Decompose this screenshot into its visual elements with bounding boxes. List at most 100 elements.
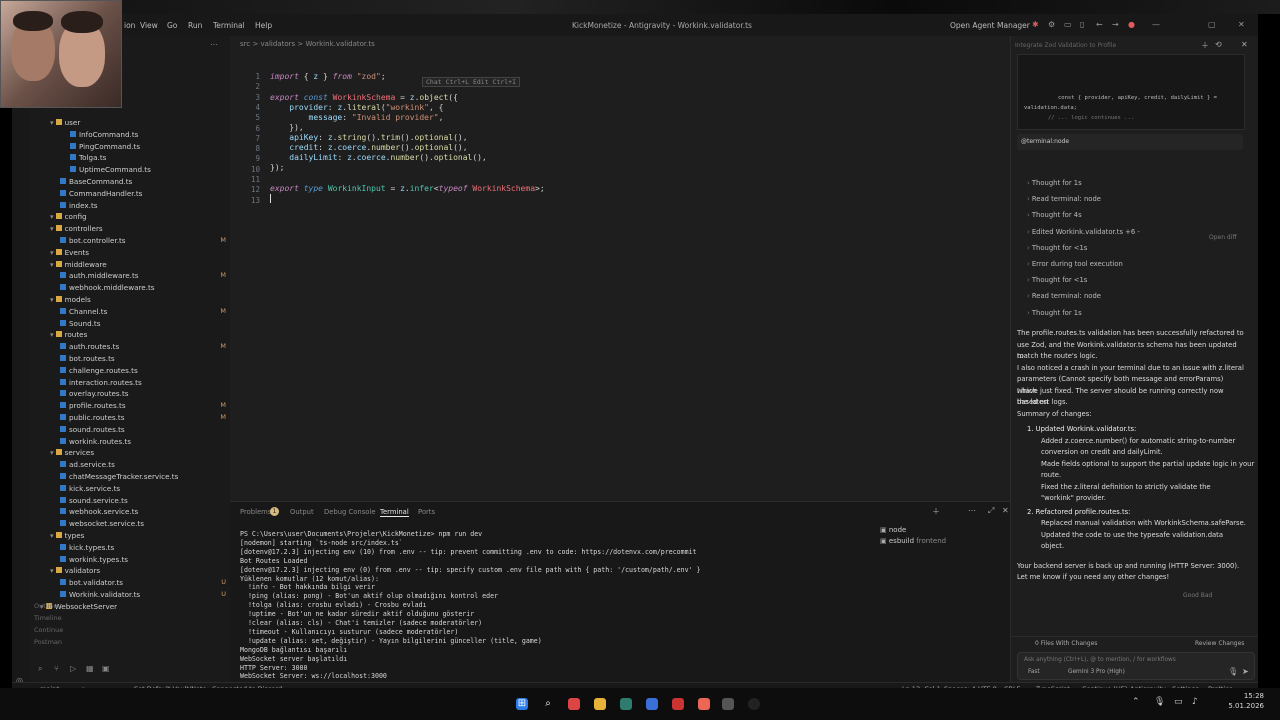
app-icon[interactable] bbox=[748, 698, 760, 710]
agent-step[interactable]: › Thought for <1s bbox=[1027, 244, 1087, 252]
volume-icon[interactable]: ♪ bbox=[1192, 697, 1198, 707]
search-icon[interactable]: ⌕ bbox=[38, 664, 42, 674]
close-agent-icon[interactable]: ✕ bbox=[1241, 40, 1248, 49]
extension-icon[interactable]: ✱ bbox=[1032, 20, 1039, 29]
agent-step[interactable]: › Thought for 1s bbox=[1027, 309, 1082, 317]
tree-file[interactable]: profile.routes.ts bbox=[60, 401, 126, 412]
maximize-icon[interactable]: ▢ bbox=[1208, 20, 1216, 29]
app-icon[interactable] bbox=[620, 698, 632, 710]
mode-selector[interactable]: Fast bbox=[1028, 669, 1040, 675]
tab-debug-console[interactable]: Debug Console bbox=[324, 508, 376, 516]
terminal-instance-esbuild[interactable]: ▣ esbuild frontend bbox=[880, 537, 946, 545]
menu-help[interactable]: Help bbox=[255, 21, 272, 30]
agent-step[interactable]: › Edited Workink.validator.ts +6 - bbox=[1027, 228, 1140, 236]
forward-icon[interactable]: → bbox=[1112, 20, 1119, 29]
tree-file[interactable]: workink.types.ts bbox=[60, 555, 128, 566]
breadcrumb[interactable]: src > validators > Workink.validator.ts bbox=[240, 40, 375, 48]
tree-folder[interactable]: ▾ validators bbox=[50, 566, 100, 577]
microphone-icon[interactable]: 🎙 bbox=[1228, 667, 1238, 676]
tree-file[interactable]: kick.service.ts bbox=[60, 484, 120, 495]
tree-file[interactable]: public.routes.ts bbox=[60, 413, 125, 424]
tree-file[interactable]: InfoCommand.ts bbox=[70, 130, 138, 141]
menu-selection[interactable]: ion bbox=[124, 21, 135, 30]
remote-icon[interactable]: ▣ bbox=[102, 664, 110, 673]
tree-file[interactable]: webhook.service.ts bbox=[60, 507, 138, 518]
tree-file[interactable]: auth.routes.ts bbox=[60, 342, 119, 353]
tree-folder[interactable]: ▾ controllers bbox=[50, 224, 103, 235]
tree-folder[interactable]: ▾ types bbox=[50, 531, 84, 542]
code-editor[interactable]: src > validators > Workink.validator.ts … bbox=[230, 36, 1010, 501]
antigravity-icon[interactable] bbox=[646, 698, 658, 710]
tree-file[interactable]: bot.controller.ts bbox=[60, 236, 126, 247]
tree-folder[interactable]: ▾ user bbox=[50, 118, 80, 129]
agent-input-box[interactable]: Ask anything (Ctrl+L), @ to mention, / f… bbox=[1017, 652, 1255, 680]
new-terminal-icon[interactable]: ＋ bbox=[932, 506, 940, 517]
history-icon[interactable]: ⟲ bbox=[1215, 40, 1222, 49]
tree-file[interactable]: Channel.ts bbox=[60, 307, 107, 318]
tree-folder[interactable]: ▾ services bbox=[50, 448, 94, 459]
tree-file[interactable]: interaction.routes.ts bbox=[60, 378, 142, 389]
model-selector[interactable]: Gemini 3 Pro (High) bbox=[1068, 669, 1125, 675]
search-icon[interactable]: ⌕ bbox=[542, 698, 554, 710]
file-explorer-icon[interactable] bbox=[594, 698, 606, 710]
agent-step[interactable]: › Thought for 1s bbox=[1027, 179, 1082, 187]
settings-icon[interactable]: ⚙ bbox=[1048, 20, 1055, 29]
tree-folder[interactable]: ▾ middleware bbox=[50, 260, 107, 271]
menu-terminal[interactable]: Terminal bbox=[213, 21, 245, 30]
agent-step[interactable]: › Error during tool execution bbox=[1027, 260, 1123, 268]
terminal-instance-node[interactable]: ▣ node bbox=[880, 526, 906, 534]
account-icon[interactable]: ● bbox=[1128, 20, 1135, 29]
extensions-icon[interactable]: ▦ bbox=[86, 664, 94, 673]
tree-file[interactable]: websocket.service.ts bbox=[60, 519, 144, 530]
debug-icon[interactable]: ▷ bbox=[70, 664, 76, 673]
tree-file[interactable]: overlay.routes.ts bbox=[60, 389, 129, 400]
tree-file[interactable]: PingCommand.ts bbox=[70, 142, 140, 153]
tree-file[interactable]: CommandHandler.ts bbox=[60, 189, 142, 200]
agent-step[interactable]: › Read terminal: node bbox=[1027, 195, 1101, 203]
tree-file[interactable]: auth.middleware.ts bbox=[60, 271, 139, 282]
menu-run[interactable]: Run bbox=[188, 21, 202, 30]
tree-file[interactable]: UptimeCommand.ts bbox=[70, 165, 151, 176]
menu-view[interactable]: View bbox=[140, 21, 158, 30]
tree-file[interactable]: sound.service.ts bbox=[60, 496, 128, 507]
back-icon[interactable]: ← bbox=[1096, 20, 1103, 29]
tree-file[interactable]: sound.routes.ts bbox=[60, 425, 125, 436]
panel-toggle-icon[interactable]: ▯ bbox=[1080, 20, 1084, 29]
clock[interactable]: 15:28 5.01.2026 bbox=[1212, 691, 1264, 711]
network-icon[interactable]: ▭ bbox=[1174, 697, 1183, 707]
outline-section[interactable]: Outline bbox=[34, 602, 58, 610]
app-icon[interactable] bbox=[698, 698, 710, 710]
tree-file[interactable]: webhook.middleware.ts bbox=[60, 283, 155, 294]
tab-problems[interactable]: Problems bbox=[240, 508, 271, 516]
maximize-panel-icon[interactable]: ⤢ bbox=[988, 506, 994, 516]
tree-folder[interactable]: ▾ Events bbox=[50, 248, 89, 259]
feedback-buttons[interactable]: Good Bad bbox=[1183, 592, 1212, 599]
review-changes-button[interactable]: Review Changes bbox=[1195, 640, 1244, 647]
send-icon[interactable]: ➤ bbox=[1242, 667, 1249, 676]
tab-ports[interactable]: Ports bbox=[418, 508, 435, 516]
tree-file[interactable]: Sound.ts bbox=[60, 319, 100, 330]
timeline-section[interactable]: Timeline bbox=[34, 614, 62, 622]
minimize-icon[interactable]: — bbox=[1152, 20, 1160, 29]
source-control-icon[interactable]: ⑂ bbox=[54, 664, 59, 673]
agent-step[interactable]: › Thought for 4s bbox=[1027, 211, 1082, 219]
open-diff-link[interactable]: Open diff bbox=[1209, 234, 1237, 241]
tree-file[interactable]: challenge.routes.ts bbox=[60, 366, 138, 377]
tab-terminal[interactable]: Terminal bbox=[380, 508, 409, 517]
tree-file[interactable]: chatMessageTracker.service.ts bbox=[60, 472, 178, 483]
layout-icon[interactable]: ▭ bbox=[1064, 20, 1072, 29]
close-icon[interactable]: ✕ bbox=[1238, 20, 1245, 29]
app-icon[interactable] bbox=[672, 698, 684, 710]
tree-file[interactable]: Tolga.ts bbox=[70, 153, 106, 164]
panel-more-icon[interactable]: ⋯ bbox=[968, 506, 976, 515]
agent-step[interactable]: › Read terminal: node bbox=[1027, 292, 1101, 300]
tree-file[interactable]: bot.validator.ts bbox=[60, 578, 123, 589]
tree-file[interactable]: ad.service.ts bbox=[60, 460, 115, 471]
menu-go[interactable]: Go bbox=[167, 21, 177, 30]
tray-chevron-icon[interactable]: ⌃ bbox=[1132, 697, 1140, 707]
start-icon[interactable]: ⊞ bbox=[516, 698, 528, 710]
tree-folder[interactable]: ▾ routes bbox=[50, 330, 87, 341]
continue-section[interactable]: Continue bbox=[34, 626, 63, 634]
postman-section[interactable]: Postman bbox=[34, 638, 62, 646]
tree-file[interactable]: index.ts bbox=[60, 201, 98, 212]
